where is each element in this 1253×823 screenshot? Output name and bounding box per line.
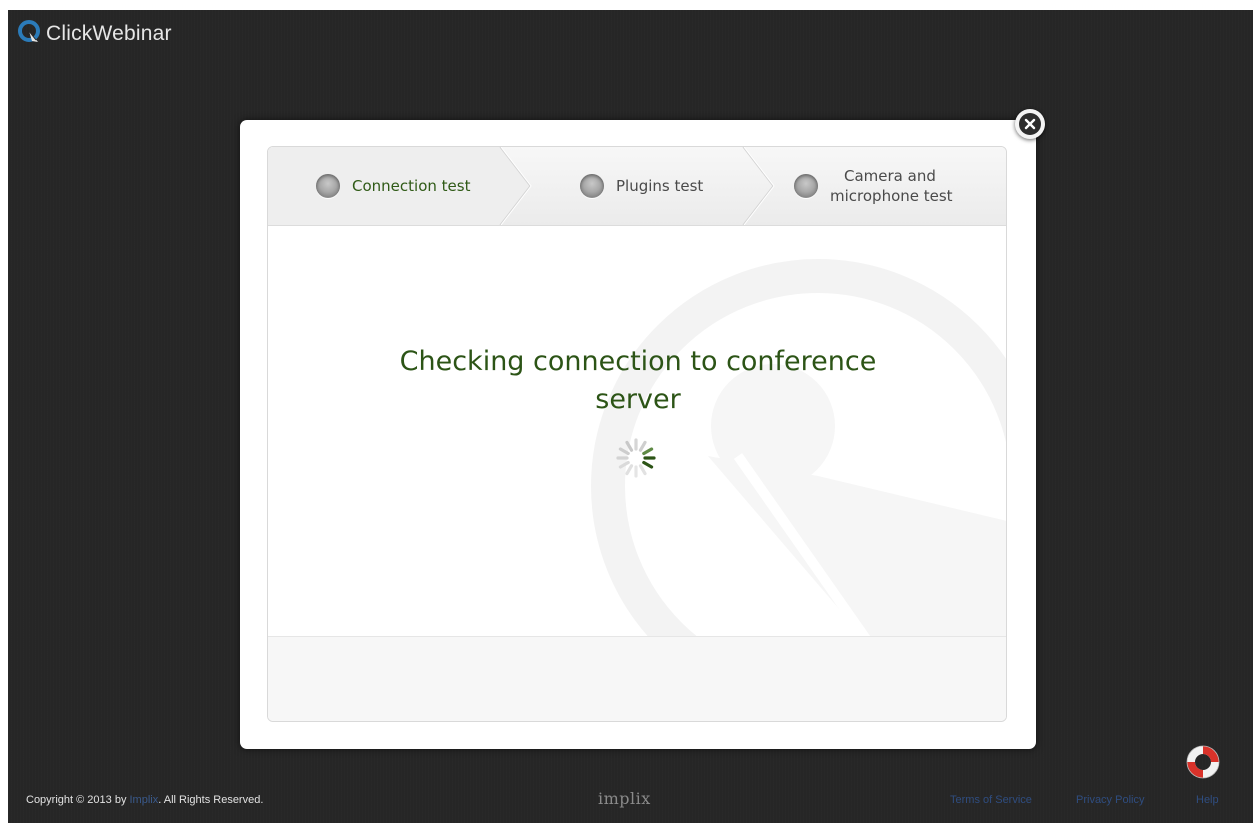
copyright-text: Copyright © 2013 by Implix. All Rights R… [26,794,263,806]
step-label-camera-microphone-test: Camera and microphone test [830,166,953,206]
copyright-suffix: . All Rights Reserved. [158,794,264,806]
close-icon [1019,113,1041,135]
test-panel: Connection test Plugins test Camera and … [267,146,1007,722]
copyright-link[interactable]: Implix [130,794,159,806]
close-dialog-button[interactable] [1015,109,1045,139]
step-status-indicator [794,174,818,198]
privacy-policy-link[interactable]: Privacy Policy [1076,794,1144,806]
implix-logo: implix [598,789,651,808]
step-status-indicator [316,174,340,198]
status-heading: Checking connection to conference server [399,346,877,415]
clickwebinar-logo-icon [18,20,42,48]
brand-name: ClickWebinar [46,22,172,45]
step-label-line: Camera and [844,167,936,185]
step-label-line: microphone test [830,187,953,205]
copyright-prefix: Copyright © 2013 by [26,794,130,806]
help-lifebuoy-button[interactable] [1186,745,1220,779]
test-panel-footer [268,636,1006,721]
step-connection-test[interactable]: Connection test [316,147,470,225]
help-link[interactable]: Help [1196,794,1219,806]
step-label-line: Plugins test [616,177,704,195]
terms-of-service-link[interactable]: Terms of Service [950,794,1032,806]
step-status-indicator [580,174,604,198]
lifebuoy-icon [1186,745,1220,779]
step-label-plugins-test: Plugins test [616,176,703,196]
connection-test-dialog: Connection test Plugins test Camera and … [240,120,1036,749]
test-steps-bar: Connection test Plugins test Camera and … [268,147,1006,226]
brand-logo[interactable]: ClickWebinar [18,20,172,48]
app-background: ClickWebinar Connection test Plugins tes… [8,10,1253,823]
page-footer: Copyright © 2013 by Implix. All Rights R… [8,787,1253,815]
test-content-area: Checking connection to conference server [268,226,1006,636]
step-label-connection-test: Connection test [352,176,470,196]
step-label-line: Connection test [352,177,471,195]
step-plugins-test[interactable]: Plugins test [580,147,703,225]
step-camera-microphone-test[interactable]: Camera and microphone test [794,147,953,225]
spinner-icon [616,438,656,478]
